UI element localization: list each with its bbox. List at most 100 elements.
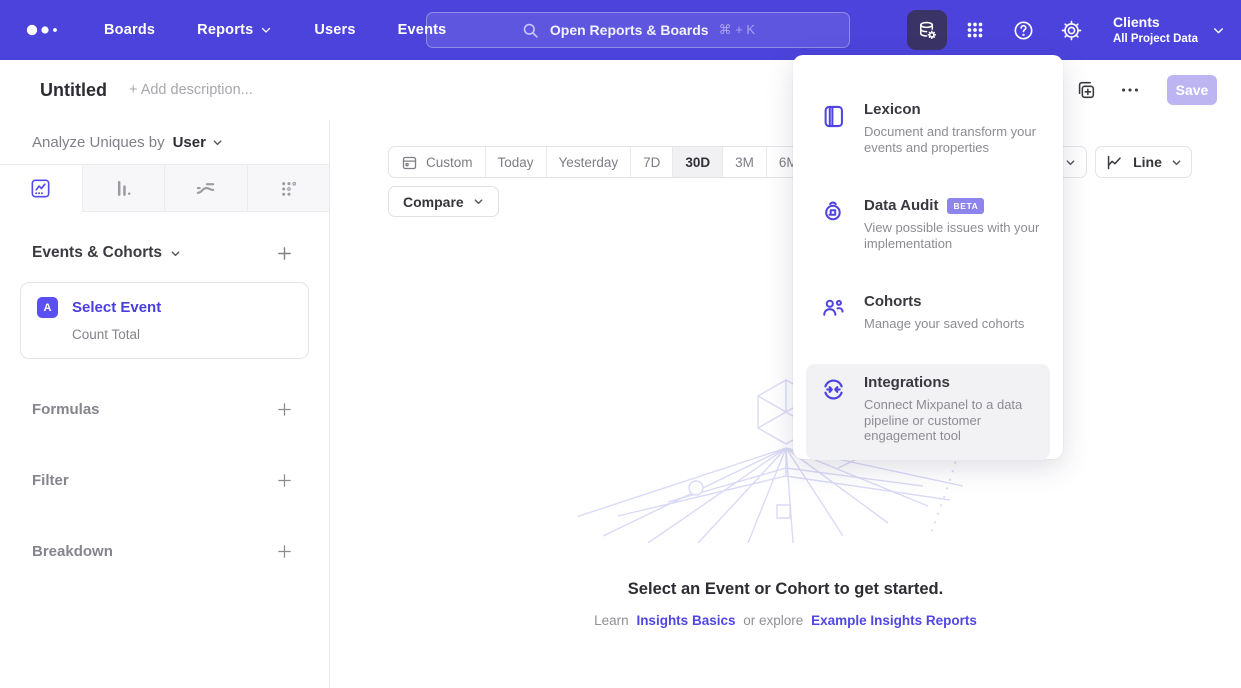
data-management-popup: Lexicon Document and transform your even…	[793, 55, 1063, 459]
popup-item-cohorts[interactable]: Cohorts Manage your saved cohorts	[806, 283, 1050, 344]
breakdown-section: Breakdown	[0, 543, 329, 560]
tab-bar-chart[interactable]	[83, 165, 166, 211]
plus-icon	[276, 543, 293, 560]
or-explore-text: or explore	[743, 613, 803, 628]
formulas-section: Formulas	[0, 401, 329, 418]
beta-badge: BETA	[947, 198, 984, 214]
example-reports-link[interactable]: Example Insights Reports	[811, 613, 977, 628]
report-title[interactable]: Untitled	[40, 80, 107, 101]
more-options-button[interactable]	[1119, 79, 1141, 101]
help-button[interactable]	[1003, 10, 1043, 50]
bar-chart-icon	[112, 177, 135, 200]
chevron-down-icon	[260, 24, 272, 36]
duplicate-button[interactable]	[1075, 79, 1097, 101]
add-description-field[interactable]: + Add description...	[129, 82, 253, 98]
empty-state: Select an Event or Cohort to get started…	[330, 580, 1241, 628]
date-range-7d[interactable]: 7D	[630, 147, 672, 177]
popup-item-title: Cohorts	[864, 293, 922, 310]
mixpanel-logo[interactable]	[24, 20, 64, 40]
empty-state-links: Learn Insights Basics or explore Example…	[330, 613, 1241, 628]
popup-item-lexicon[interactable]: Lexicon Document and transform your even…	[806, 91, 1050, 167]
database-gear-icon	[916, 19, 939, 42]
date-range-control: Custom Today Yesterday 7D 30D 3M 6M	[388, 146, 811, 178]
filter-label: Filter	[32, 472, 69, 489]
nav-item-users[interactable]: Users	[314, 22, 355, 38]
event-card[interactable]: A Select Event Count Total	[20, 282, 309, 359]
chart-type-tabs	[0, 165, 329, 212]
tab-metrics-grid[interactable]	[248, 165, 330, 211]
search-placeholder: Open Reports & Boards	[550, 22, 709, 38]
breakdown-label: Breakdown	[32, 543, 113, 560]
search-icon	[521, 21, 540, 40]
chevron-down-icon	[1212, 24, 1225, 37]
nav-item-boards[interactable]: Boards	[104, 22, 155, 38]
plus-icon	[276, 245, 293, 262]
empty-state-heading: Select an Event or Cohort to get started…	[330, 580, 1241, 599]
popup-item-title: Integrations	[864, 374, 950, 391]
line-chart-icon	[1105, 153, 1124, 172]
date-range-custom[interactable]: Custom	[389, 147, 485, 177]
dots-grid-icon	[277, 177, 300, 200]
top-navbar: Boards Reports Users Events Open Reports…	[0, 0, 1241, 60]
flows-icon	[194, 177, 217, 200]
save-button[interactable]: Save	[1167, 75, 1217, 105]
search-shortcut: ⌘ + K	[719, 22, 756, 38]
date-range-30d[interactable]: 30D	[672, 147, 722, 177]
popup-item-title: Lexicon	[864, 101, 921, 118]
line-chart-icon	[29, 177, 52, 200]
plus-icon	[276, 472, 293, 489]
date-range-3m[interactable]: 3M	[722, 147, 766, 177]
add-breakdown-button[interactable]	[276, 543, 293, 560]
global-search-input[interactable]: Open Reports & Boards ⌘ + K	[426, 12, 850, 48]
learn-prefix: Learn	[594, 613, 629, 628]
nav-links: Boards Reports Users Events	[104, 22, 446, 38]
chevron-down-icon	[1065, 157, 1076, 168]
date-range-yesterday[interactable]: Yesterday	[546, 147, 631, 177]
add-filter-button[interactable]	[276, 472, 293, 489]
analyze-by-dropdown[interactable]: User	[173, 134, 223, 151]
nav-item-reports[interactable]: Reports	[197, 22, 272, 38]
event-letter-badge: A	[37, 297, 58, 318]
cohorts-people-icon	[820, 293, 847, 332]
popup-item-integrations[interactable]: Integrations Connect Mixpanel to a data …	[806, 364, 1050, 460]
query-builder-sidebar: Analyze Uniques by User Events & Cohorts	[0, 120, 330, 688]
project-subtitle: All Project Data	[1113, 32, 1198, 46]
chevron-down-icon	[170, 248, 181, 259]
tab-line-chart[interactable]	[0, 165, 83, 211]
select-event-button[interactable]: Select Event	[72, 299, 161, 316]
analyze-row: Analyze Uniques by User	[0, 120, 329, 165]
plus-icon	[276, 401, 293, 418]
add-event-button[interactable]	[276, 245, 293, 262]
insights-basics-link[interactable]: Insights Basics	[636, 613, 735, 628]
popup-item-title: Data Audit	[864, 197, 938, 214]
data-management-button[interactable]	[907, 10, 947, 50]
ellipsis-icon	[1119, 79, 1141, 101]
chevron-down-icon	[473, 196, 484, 207]
duplicate-icon	[1075, 79, 1097, 101]
help-icon	[1012, 19, 1035, 42]
date-range-today[interactable]: Today	[485, 147, 546, 177]
settings-button[interactable]	[1051, 10, 1091, 50]
popup-item-description: View possible issues with your implement…	[864, 220, 1044, 251]
compare-dropdown[interactable]: Compare	[388, 186, 499, 217]
report-header-actions: Save	[1075, 75, 1217, 105]
navbar-right: Clients All Project Data	[907, 0, 1225, 60]
popup-item-description: Manage your saved cohorts	[864, 316, 1044, 332]
project-title: Clients	[1113, 14, 1198, 32]
add-formula-button[interactable]	[276, 401, 293, 418]
lexicon-book-icon	[820, 101, 847, 155]
data-audit-magnifier-icon	[820, 197, 847, 251]
popup-item-data-audit[interactable]: Data Audit BETA View possible issues wit…	[806, 187, 1050, 263]
apps-grid-button[interactable]	[955, 10, 995, 50]
calendar-icon	[401, 154, 418, 171]
chevron-down-icon	[1171, 157, 1182, 168]
popup-item-description: Document and transform your events and p…	[864, 124, 1044, 155]
tab-flows-chart[interactable]	[165, 165, 248, 211]
chart-style-dropdown[interactable]: Line	[1095, 146, 1192, 178]
events-cohorts-toggle[interactable]: Events & Cohorts	[32, 244, 181, 262]
project-selector[interactable]: Clients All Project Data	[1113, 14, 1225, 46]
event-aggregation[interactable]: Count Total	[72, 327, 292, 342]
popup-item-description: Connect Mixpanel to a data pipeline or c…	[864, 397, 1044, 444]
integrations-sync-icon	[820, 374, 847, 444]
gear-icon	[1060, 19, 1083, 42]
